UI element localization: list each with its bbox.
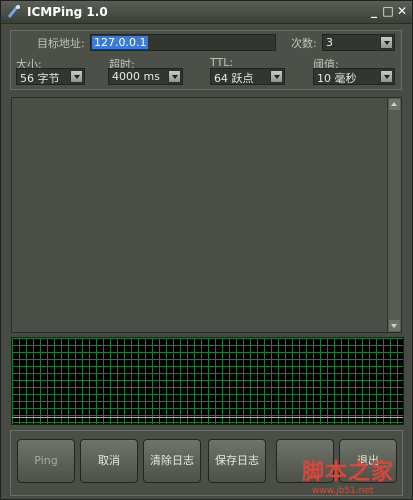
chevron-down-icon[interactable] — [380, 36, 393, 49]
count-value: 3 — [326, 36, 333, 49]
latency-graph — [11, 337, 404, 425]
chevron-down-icon[interactable] — [380, 70, 393, 83]
timeout-value: 4000 ms — [112, 70, 160, 83]
scroll-up-icon[interactable] — [389, 99, 400, 110]
maximize-button[interactable]: □ — [381, 4, 395, 18]
settings-panel: 目标地址: 127.0.0.1 次数: 3 大小: 56 字节 超时: 4000… — [10, 30, 402, 90]
app-icon — [7, 5, 20, 18]
log-scrollbar[interactable] — [387, 98, 401, 332]
count-select[interactable]: 3 — [322, 34, 395, 51]
size-select[interactable]: 56 字节 — [16, 68, 85, 85]
watermark-text: 脚本之家 — [302, 459, 395, 485]
threshold-value: 10 毫秒 — [317, 72, 357, 85]
cancel-button[interactable]: 取消 — [80, 439, 138, 483]
chevron-down-icon[interactable] — [70, 70, 83, 83]
graph-baseline — [12, 417, 403, 418]
size-value: 56 字节 — [20, 72, 60, 85]
count-label: 次数: — [291, 37, 317, 50]
chevron-down-icon[interactable] — [270, 70, 283, 83]
watermark-url: www.jb51.net — [312, 486, 374, 496]
log-output[interactable] — [11, 97, 402, 333]
scroll-down-icon[interactable] — [389, 320, 400, 331]
title-bar[interactable]: ICMPing 1.0 _ □ ✕ — [1, 1, 412, 24]
chevron-down-icon[interactable] — [168, 70, 181, 83]
target-address-value: 127.0.0.1 — [92, 36, 149, 49]
target-address-input[interactable]: 127.0.0.1 — [90, 34, 276, 51]
close-button[interactable]: ✕ — [395, 4, 409, 18]
app-window: ICMPing 1.0 _ □ ✕ 目标地址: 127.0.0.1 次数: 3 … — [0, 0, 413, 500]
watermark-logo: 脚本之家 www.jb51.net — [298, 454, 413, 499]
ttl-value: 64 跃点 — [214, 72, 254, 85]
clear-log-button[interactable]: 清除日志 — [143, 439, 201, 483]
save-log-button[interactable]: 保存日志 — [208, 439, 266, 483]
ttl-select[interactable]: 64 跃点 — [210, 68, 285, 85]
minimize-button[interactable]: _ — [367, 4, 381, 18]
timeout-select[interactable]: 4000 ms — [108, 68, 183, 85]
target-label: 目标地址: — [37, 37, 85, 50]
window-title: ICMPing 1.0 — [27, 5, 108, 19]
threshold-select[interactable]: 10 毫秒 — [313, 68, 395, 85]
ping-button[interactable]: Ping — [17, 439, 75, 483]
